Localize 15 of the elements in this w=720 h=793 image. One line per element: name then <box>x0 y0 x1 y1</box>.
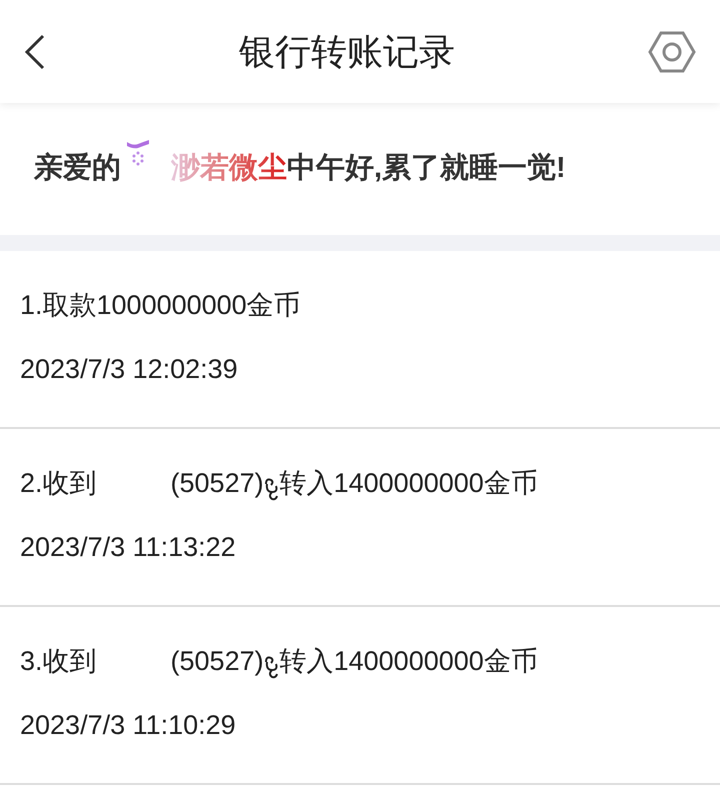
record-text: 3.收到 <box>20 644 97 678</box>
page-title: 银行转账记录 <box>239 30 455 74</box>
back-icon[interactable] <box>24 34 46 70</box>
record-time: 2023/7/3 11:10:29 <box>20 708 236 742</box>
record-text: 转入1400000000金币 <box>280 644 538 678</box>
greeting-text: 亲爱的 <box>34 151 121 186</box>
sender-id: (50527) <box>170 644 264 678</box>
record-text: 转入1400000000金币 <box>280 466 538 500</box>
sender-id: (50527) <box>170 466 264 500</box>
record-text: 2.收到 <box>20 466 97 500</box>
record-time: 2023/7/3 11:13:22 <box>20 530 236 564</box>
greeting-text: 中午好,累了就睡一觉! <box>287 151 566 186</box>
settings-icon[interactable] <box>648 30 696 72</box>
record-text: 1.取款1000000000金币 <box>20 288 301 322</box>
record-time: 2023/7/3 12:02:39 <box>20 352 238 386</box>
